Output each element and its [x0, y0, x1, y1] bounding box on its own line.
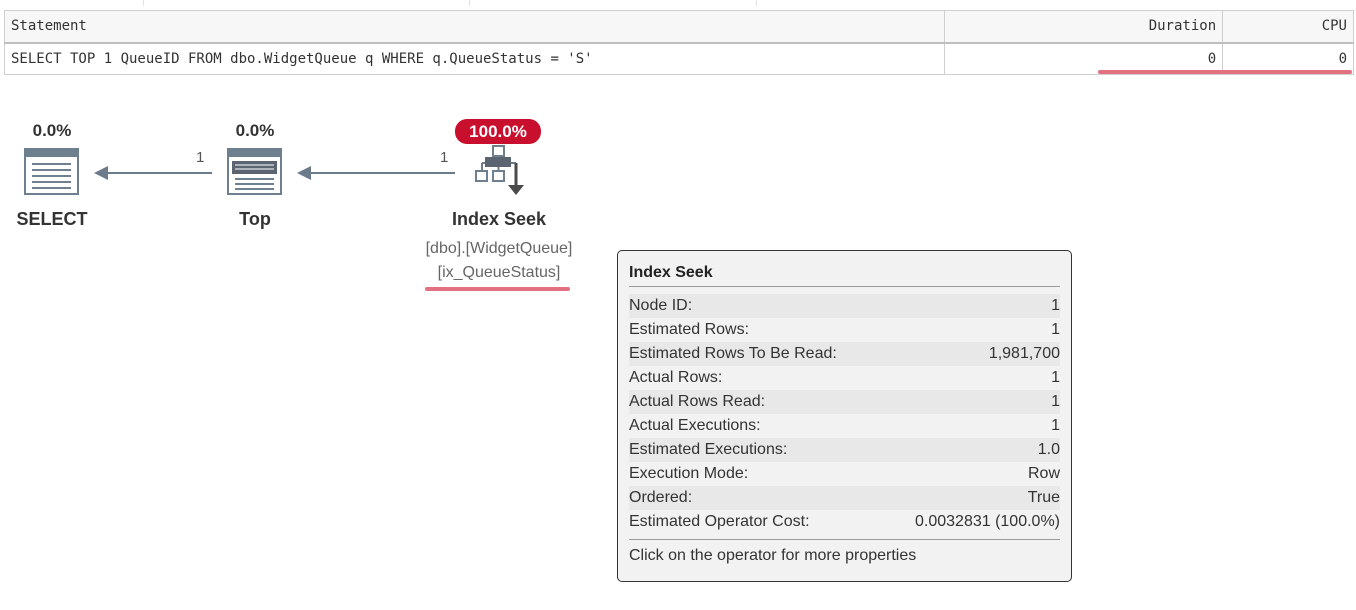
tooltip-property-row: Ordered: True: [629, 486, 1060, 510]
tab-strip-segment: [0, 0, 144, 6]
tab-strip: [0, 0, 1356, 6]
tooltip-property-row: Execution Mode: Row: [629, 462, 1060, 486]
property-label: Actual Rows Read:: [629, 393, 766, 410]
index-name-highlight: [425, 287, 570, 291]
tooltip-title: Index Seek: [629, 261, 1060, 287]
rowcount-top-to-select: 1: [196, 149, 205, 166]
tooltip-property-row: Actual Rows: 1: [629, 366, 1060, 390]
tooltip-property-row: Actual Executions: 1: [629, 414, 1060, 438]
tooltip-property-row: Node ID: 1: [629, 294, 1060, 318]
index-seek-label: Index Seek: [451, 209, 547, 229]
tab-strip-segment: [470, 0, 757, 6]
property-label: Estimated Rows:: [629, 321, 750, 338]
duration-cpu-highlight: [1098, 70, 1352, 74]
property-label: Ordered:: [629, 489, 693, 506]
top-cost: 0.0%: [235, 121, 275, 140]
property-value: 1: [1051, 369, 1060, 386]
statement-grid: Statement Duration CPU SELECT TOP 1 Queu…: [3, 10, 1354, 75]
property-label: Estimated Rows To Be Read:: [629, 345, 837, 362]
tooltip-property-row: Estimated Executions: 1.0: [629, 438, 1060, 462]
property-label: Node ID:: [629, 297, 693, 314]
property-value: 1: [1051, 417, 1060, 434]
index-seek-object: [dbo].[WidgetQueue]: [425, 240, 573, 257]
property-value: Row: [1027, 465, 1060, 482]
tooltip-footer: Click on the operator for more propertie…: [629, 539, 1060, 565]
tooltip-property-row: Estimated Operator Cost: 0.0032831 (100.0…: [629, 510, 1060, 534]
property-label: Execution Mode:: [629, 465, 749, 482]
property-value: 1: [1051, 297, 1060, 314]
index-seek-index-name: [ix_QueueStatus]: [437, 264, 561, 281]
flow-arrow-seek-to-top: [297, 166, 455, 180]
column-header-statement[interactable]: Statement: [3, 10, 946, 44]
property-value: 1: [1051, 393, 1060, 410]
operator-tooltip: Index Seek Node ID: 1 Estimated Rows: 1 Es…: [617, 250, 1072, 582]
index-seek-icon[interactable]: [474, 145, 526, 199]
property-value: 0.0032831 (100.0%): [915, 513, 1060, 530]
property-value: 1,981,700: [988, 345, 1060, 362]
grid-header-row: Statement Duration CPU: [3, 10, 1354, 44]
statement-cell[interactable]: SELECT TOP 1 QueueID FROM dbo.WidgetQueu…: [3, 42, 946, 75]
rowcount-seek-to-top: 1: [440, 149, 449, 166]
tab-strip-segment: [144, 0, 470, 6]
property-label: Estimated Operator Cost:: [629, 513, 810, 530]
tooltip-properties: Node ID: 1 Estimated Rows: 1 Estimated Row…: [629, 294, 1060, 534]
property-value: True: [1027, 489, 1060, 506]
column-header-duration[interactable]: Duration: [944, 10, 1224, 44]
property-label: Actual Rows:: [629, 369, 723, 386]
tooltip-property-row: Estimated Rows: 1: [629, 318, 1060, 342]
top-operator-icon[interactable]: [227, 148, 283, 196]
property-value: 1: [1051, 321, 1060, 338]
select-cost: 0.0%: [32, 121, 72, 140]
select-result-icon[interactable]: [24, 148, 80, 196]
property-value: 1.0: [1037, 441, 1060, 458]
select-label: SELECT: [16, 209, 88, 229]
column-header-cpu[interactable]: CPU: [1222, 10, 1354, 44]
tooltip-property-row: Estimated Rows To Be Read: 1,981,700: [629, 342, 1060, 366]
property-label: Estimated Executions:: [629, 441, 788, 458]
property-label: Actual Executions:: [629, 417, 761, 434]
index-seek-cost-badge: 100.0%: [455, 119, 541, 144]
tooltip-property-row: Actual Rows Read: 1: [629, 390, 1060, 414]
top-label: Top: [239, 209, 271, 229]
